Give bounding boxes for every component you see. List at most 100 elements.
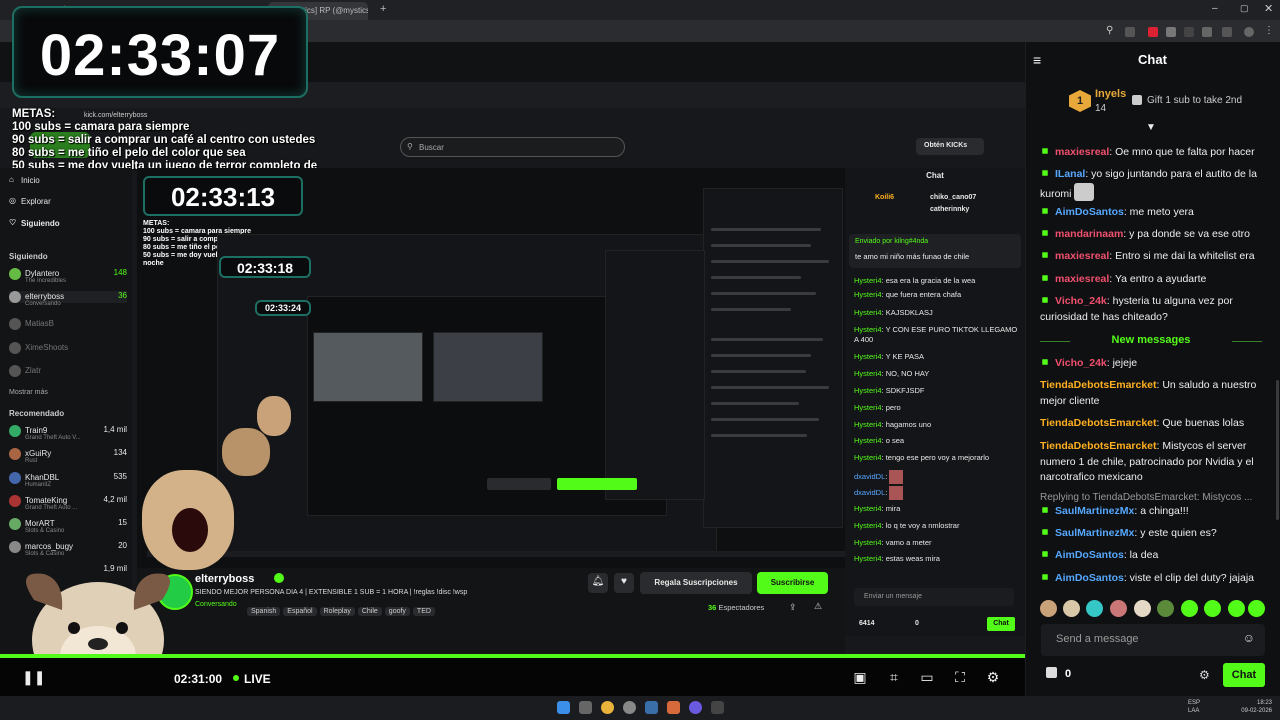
minimize-icon[interactable]: – <box>1212 3 1218 14</box>
clip-icon[interactable]: ⌗ <box>886 669 902 685</box>
nested-chat-message: Hysteri4: hagamos uno <box>854 420 932 429</box>
gift-subs-button[interactable]: Regala Suscripciones <box>640 572 752 594</box>
extension-icon-2[interactable] <box>1148 27 1158 37</box>
show-more-link[interactable]: Mostrar más <box>9 389 48 401</box>
chat-message: ILanal: yo sigo juntando para el autito … <box>1040 168 1257 201</box>
keyboard-language[interactable]: ESP LAA <box>1188 699 1200 715</box>
tag[interactable]: Spanish <box>247 607 281 616</box>
following-item[interactable]: Zlatr <box>9 365 41 377</box>
chat-send-button[interactable]: Chat <box>1223 663 1265 687</box>
pause-icon[interactable]: ❚❚ <box>22 669 45 685</box>
nested-chat-message: Hysteri4: Y CON ESE PURO TIKTOK LLEGAMO … <box>854 325 1018 344</box>
channel-points[interactable]: 0 <box>1046 667 1071 680</box>
close-window-icon[interactable]: ✕ <box>1264 2 1273 15</box>
subscribe-button[interactable]: Suscribirse <box>757 572 828 594</box>
chat-message: TiendaDebotsEmarcket: Un saludo a nuestr… <box>1040 379 1257 407</box>
emote-icon[interactable] <box>1228 600 1245 617</box>
extension-icon-1[interactable] <box>1125 27 1135 37</box>
stream-title: SIENDO MEJOR PERSONA DIA 4 | EXTENSIBLE … <box>195 589 468 596</box>
goal-item: 100 subs = camara para siempre <box>12 121 190 133</box>
windows-taskbar <box>0 696 1280 720</box>
emoji-picker-icon[interactable]: ☺ <box>1243 631 1255 645</box>
app-icon[interactable] <box>667 701 680 714</box>
account-avatar-icon[interactable] <box>1244 27 1254 37</box>
channel-name[interactable]: elterryboss <box>195 573 254 585</box>
tag[interactable]: TED <box>412 607 435 616</box>
goals-title: METAS: <box>12 108 56 120</box>
dog-sticker-small <box>257 396 291 436</box>
zoom-icon[interactable]: ⚲ <box>1106 25 1113 36</box>
nested-webcam <box>313 332 423 402</box>
maximize-icon[interactable]: ▢ <box>1240 3 1249 14</box>
get-kicks-button[interactable]: Obtén KICKs <box>916 138 984 155</box>
leader-name[interactable]: Inyels <box>1095 88 1126 100</box>
taskbar-clock[interactable]: 18:23 09-02-2026 <box>1224 699 1272 715</box>
nested-chat-message: Hysteri4: estas weas mira <box>854 554 940 563</box>
nested-chat-panel: Chat Koili6 chiko_cano07 catherinnky Env… <box>845 168 1025 636</box>
chat-settings-icon[interactable]: ⚙ <box>1199 668 1210 682</box>
chat-message-input[interactable]: Send a message ☺ <box>1041 624 1265 656</box>
start-icon[interactable] <box>557 701 570 714</box>
report-icon[interactable]: ⚠ <box>814 601 822 612</box>
gift-prompt[interactable]: Gift 1 sub to take 2nd <box>1147 95 1242 106</box>
steam-icon[interactable] <box>645 701 658 714</box>
chat-message: AimDoSantos: viste el clip del duty? jaj… <box>1040 571 1270 587</box>
emote-icon[interactable] <box>1110 600 1127 617</box>
emote-icon[interactable] <box>1063 600 1080 617</box>
chrome-icon[interactable] <box>601 701 614 714</box>
stream-category[interactable]: Conversando <box>195 601 237 608</box>
search-icon: ⚲ <box>407 142 413 151</box>
extension-icon-4[interactable] <box>1184 27 1194 37</box>
emote-icon[interactable] <box>1204 600 1221 617</box>
theater-mode-icon[interactable]: ▭ <box>919 669 935 685</box>
app-icon-2[interactable] <box>711 701 724 714</box>
tag[interactable]: Español <box>283 607 317 616</box>
tag[interactable]: goofy <box>384 607 410 616</box>
leader-count: 14 <box>1095 103 1107 114</box>
emote-icon[interactable] <box>1248 600 1265 617</box>
live-indicator[interactable]: LIVE <box>233 672 271 686</box>
picture-in-picture-icon[interactable]: ▣ <box>852 669 868 685</box>
browser-menu-icon[interactable]: ⋮ <box>1264 25 1274 36</box>
emote-icon[interactable] <box>1157 600 1174 617</box>
rank-badge-icon: 1 <box>1069 90 1091 112</box>
search-icon[interactable] <box>579 701 592 714</box>
extension-icon-3[interactable] <box>1166 27 1176 37</box>
nested-chat-message: Hysteri4: mira <box>854 504 901 513</box>
goal-item: 80 subs = me tiño el pelo del color que … <box>12 147 246 159</box>
nav-home[interactable]: ⌂ Inicio <box>9 175 40 187</box>
following-item-sub: Conversando <box>25 301 61 307</box>
nested-stream-video[interactable]: 02:33:13 METAS: 100 subs = camara para s… <box>137 168 845 568</box>
fullscreen-icon[interactable]: ⛶ <box>952 669 968 685</box>
obs-icon[interactable] <box>623 701 636 714</box>
nav-following[interactable]: ♡ Siguiendo <box>9 218 60 230</box>
tag[interactable]: Roleplay <box>319 607 355 616</box>
chat-scrollbar[interactable] <box>1276 380 1279 520</box>
expand-leaderboard-icon[interactable]: ▼ <box>1146 122 1156 133</box>
emote-icon[interactable] <box>1086 600 1103 617</box>
settings-gear-icon[interactable]: ⚙ <box>985 669 1001 685</box>
new-tab-icon[interactable]: + <box>380 3 386 15</box>
nested-chat-message: Hysteri4: SDKFJSDF <box>854 386 925 395</box>
nested-chat-message: Hysteri4: NO, NO HAY <box>854 369 930 378</box>
discord-icon[interactable] <box>689 701 702 714</box>
nav-explore[interactable]: ◎ Explorar <box>9 196 51 208</box>
nested-chat-message: Hysteri4: que fuera entera chafa <box>854 290 962 299</box>
tag[interactable]: Chile <box>357 607 382 616</box>
share-icon[interactable]: ⇪ <box>789 602 797 613</box>
following-item[interactable]: XimeShoots <box>9 342 68 354</box>
emote-icon[interactable] <box>1134 600 1151 617</box>
nested-chat-input: Enviar un mensaje <box>854 588 1014 606</box>
nested-search-input[interactable]: ⚲ Buscar <box>400 137 625 157</box>
following-item[interactable]: MatiasB <box>9 318 54 330</box>
reply-reference[interactable]: Replying to TiendaDebotsEmarcket: Mistyc… <box>1040 492 1265 503</box>
extensions-puzzle-icon[interactable] <box>1202 27 1212 37</box>
emote-icon[interactable] <box>1040 600 1057 617</box>
subathon-timer-text: 02:33:07 <box>39 23 281 88</box>
profile-icon[interactable] <box>1222 27 1232 37</box>
emote-icon[interactable] <box>1181 600 1198 617</box>
follow-heart-icon[interactable]: ♥ <box>614 573 634 593</box>
notification-bell-icon[interactable]: 🔔︎ <box>588 573 608 593</box>
nested-pinned-message: Enviado por kilng#4nda te amo mi niño má… <box>849 234 1021 268</box>
nested-leader: Koili6 <box>875 194 895 201</box>
